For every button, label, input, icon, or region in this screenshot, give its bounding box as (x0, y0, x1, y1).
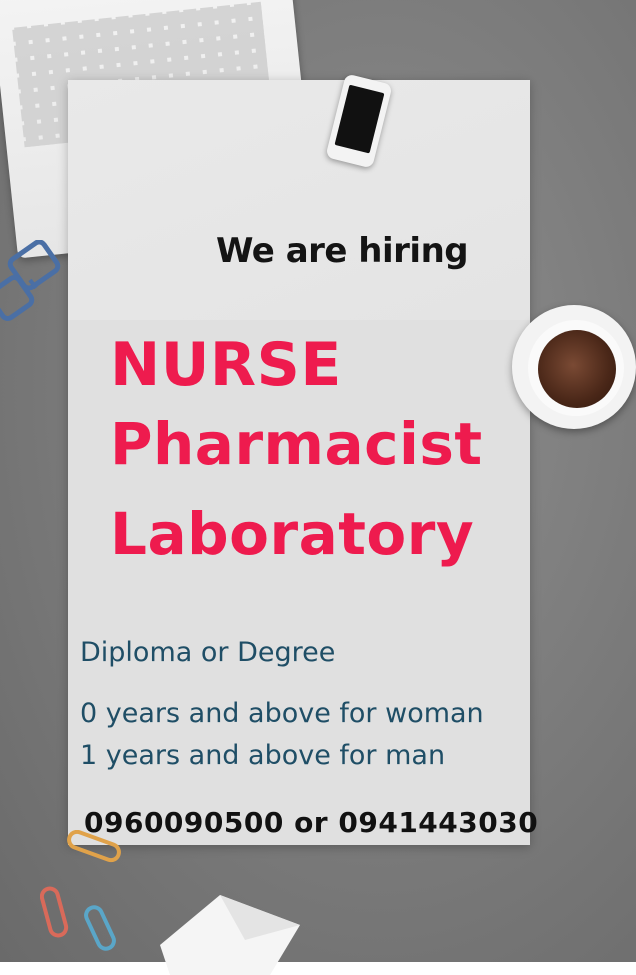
requirement-experience-man: 1 years and above for man (80, 740, 446, 771)
phone-screen (334, 84, 385, 154)
hiring-headline: We are hiring (216, 231, 469, 271)
coffee-liquid (538, 330, 616, 408)
role-pharmacist: Pharmacist (110, 410, 483, 478)
role-nurse: NURSE (110, 330, 342, 400)
role-laboratory: Laboratory (110, 500, 475, 568)
glasses-icon (0, 240, 61, 322)
contact-phone-numbers: 0960090500 or 0941443030 (84, 806, 539, 839)
requirement-experience-woman: 0 years and above for woman (80, 698, 484, 729)
requirement-education: Diploma or Degree (80, 637, 336, 668)
paperclip-icon (40, 830, 121, 951)
